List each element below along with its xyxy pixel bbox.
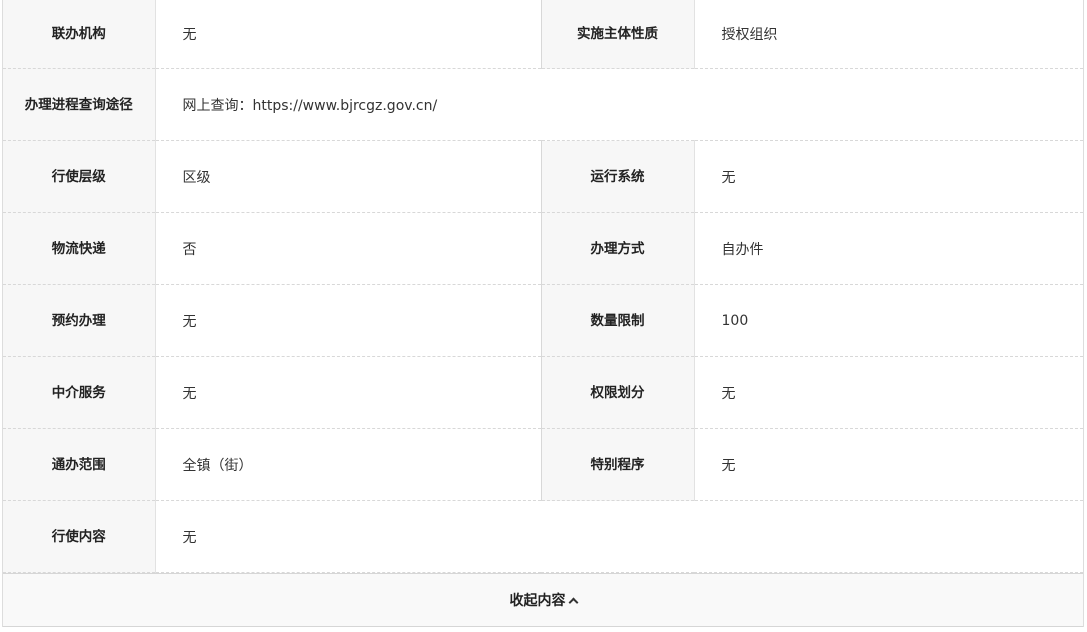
value-intermediary-service: 无	[155, 356, 541, 429]
table-row: 物流快递 否 办理方式 自办件	[3, 212, 1083, 285]
value-implementing-entity-nature: 授权组织	[694, 0, 1083, 69]
label-exercise-content: 行使内容	[3, 500, 156, 573]
value-cooperating-agency: 无	[155, 0, 541, 69]
label-intermediary-service: 中介服务	[3, 356, 156, 429]
value-operating-system: 无	[694, 140, 1083, 213]
label-general-scope: 通办范围	[3, 428, 156, 501]
value-handling-method: 自办件	[694, 212, 1083, 285]
value-logistics-delivery: 否	[155, 212, 541, 285]
table-row: 办理进程查询途径 网上查询：https://www.bjrcgz.gov.cn/	[3, 68, 1083, 141]
label-handling-method: 办理方式	[540, 212, 695, 285]
table-row: 行使层级 区级 运行系统 无	[3, 140, 1083, 213]
label-implementing-entity-nature: 实施主体性质	[540, 0, 695, 69]
table-row: 联办机构 无 实施主体性质 授权组织	[3, 0, 1083, 69]
table-row: 通办范围 全镇（街） 特别程序 无	[3, 428, 1083, 501]
service-info-panel: 联办机构 无 实施主体性质 授权组织 办理进程查询途径 网上查询：https:/…	[2, 0, 1084, 627]
table-row: 中介服务 无 权限划分 无	[3, 356, 1083, 429]
label-cooperating-agency: 联办机构	[3, 0, 156, 69]
value-authority-division: 无	[694, 356, 1083, 429]
label-special-procedure: 特别程序	[540, 428, 695, 501]
value-general-scope: 全镇（街）	[155, 428, 541, 501]
collapse-content-label: 收起内容	[509, 593, 566, 609]
value-special-procedure: 无	[694, 428, 1083, 501]
label-quantity-limit: 数量限制	[540, 284, 695, 357]
chevron-up-icon	[568, 597, 578, 608]
table-row: 预约办理 无 数量限制 100	[3, 284, 1083, 357]
label-exercise-level: 行使层级	[3, 140, 156, 213]
label-operating-system: 运行系统	[540, 140, 695, 213]
value-quantity-limit: 100	[694, 284, 1083, 357]
label-progress-query-channel: 办理进程查询途径	[3, 68, 156, 141]
value-exercise-content: 无	[155, 500, 1083, 573]
label-authority-division: 权限划分	[540, 356, 695, 429]
value-appointment: 无	[155, 284, 541, 357]
value-progress-query-channel: 网上查询：https://www.bjrcgz.gov.cn/	[155, 68, 1083, 141]
value-exercise-level: 区级	[155, 140, 541, 213]
label-appointment: 预约办理	[3, 284, 156, 357]
service-info-table: 联办机构 无 实施主体性质 授权组织 办理进程查询途径 网上查询：https:/…	[3, 0, 1083, 573]
collapse-content-button[interactable]: 收起内容	[3, 573, 1083, 627]
label-logistics-delivery: 物流快递	[3, 212, 156, 285]
table-row: 行使内容 无	[3, 500, 1083, 573]
